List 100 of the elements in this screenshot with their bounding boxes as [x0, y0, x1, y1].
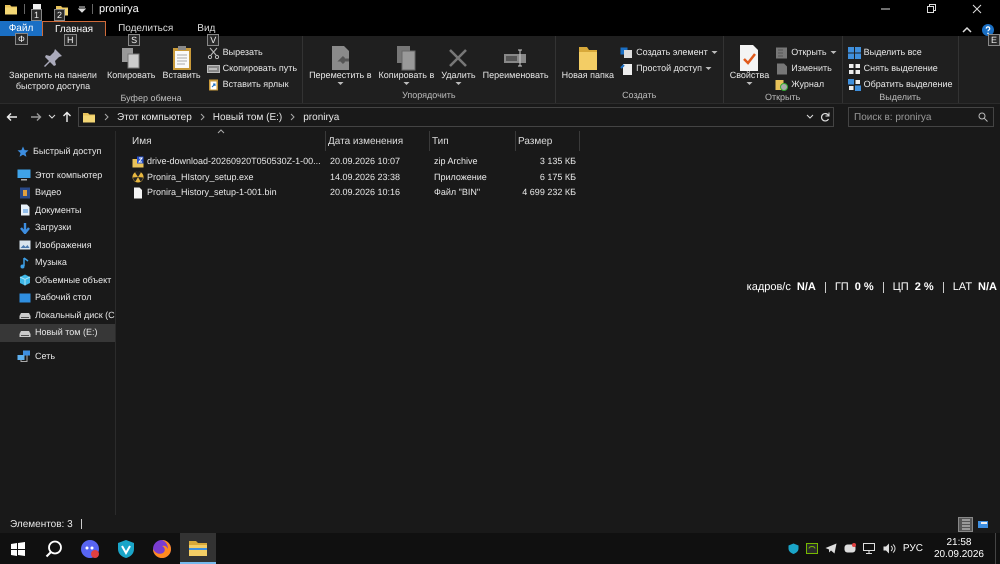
invert-selection-icon	[848, 78, 861, 90]
taskbar-app[interactable]	[180, 533, 216, 564]
network-icon	[17, 350, 31, 362]
file-name-cell[interactable]: Pronira_HIstory_setup.exe	[130, 170, 326, 184]
nav-item[interactable]: Загрузки	[0, 219, 115, 236]
ribbon-button[interactable]: Новая папка	[560, 46, 616, 81]
metric-label: LAT	[952, 280, 972, 295]
back-button[interactable]	[6, 112, 18, 122]
ribbon-button[interactable]: Простой доступ	[619, 62, 719, 75]
breadcrumb[interactable]: Новый том (E:)	[212, 110, 282, 124]
sort-ascending-icon	[217, 129, 225, 134]
ribbon-button[interactable]: Переименовать	[480, 46, 551, 81]
file-name-cell[interactable]: drive-download-20260920T050530Z-1-00...	[130, 155, 326, 168]
up-button[interactable]	[62, 111, 72, 123]
group-label: Буфер обмена	[120, 92, 182, 105]
ribbon-tab[interactable]: Вид	[185, 21, 228, 36]
nav-item[interactable]: Этот компьютер	[0, 166, 115, 184]
nav-item[interactable]: Новый том (E:)	[0, 324, 115, 342]
open-icon	[775, 46, 788, 58]
size-cell-text: 6 175 КБ	[538, 170, 577, 184]
ribbon-button[interactable]: Закрепить на панели быстрого доступа	[4, 46, 102, 92]
key-tip: E	[988, 34, 1000, 46]
properties-icon	[738, 44, 760, 72]
ribbon-button[interactable]: Обратить выделение	[846, 78, 954, 91]
ribbon-button[interactable]: Копировать	[105, 46, 158, 81]
nav-item[interactable]: Документы	[0, 202, 115, 219]
ribbon-button[interactable]: Открыть	[774, 46, 838, 59]
date-cell-text: 20.09.2026 10:16	[329, 186, 402, 199]
nav-item[interactable]: Видео	[0, 184, 115, 202]
nav-item[interactable]: Локальный диск (C	[0, 306, 115, 324]
caret-icon	[830, 50, 837, 55]
size-cell-text: 3 135 КБ	[538, 155, 577, 168]
file-name-cell[interactable]: Pronira_History_setup-1-001.bin	[130, 186, 326, 200]
column-header[interactable]: Имя	[130, 131, 326, 151]
back-arrow-icon	[6, 112, 18, 122]
group-label: Выделить	[879, 91, 921, 104]
rename-icon	[502, 47, 529, 69]
browser-icon	[152, 538, 172, 558]
date-cell-text: 20.09.2026 10:07	[329, 155, 402, 168]
nav-item[interactable]: Объемные объект	[0, 272, 115, 289]
recent-locations-button[interactable]	[48, 114, 56, 120]
chat-app-icon	[80, 538, 100, 558]
size-cell-text: 4 699 232 КБ	[521, 186, 577, 199]
new-item-icon	[620, 46, 634, 58]
forward-arrow-icon	[30, 112, 42, 122]
select-all-icon	[848, 46, 861, 58]
column-header[interactable]: Дата изменения	[326, 131, 430, 151]
caret-icon	[710, 50, 718, 55]
ribbon-tab[interactable]: Файл	[0, 21, 42, 36]
refresh-button[interactable]	[820, 112, 830, 122]
breadcrumb[interactable]: Этот компьютер	[117, 110, 192, 124]
type-cell-text: Файл "BIN"	[433, 186, 482, 199]
ribbon-button[interactable]: Переместить в	[307, 46, 374, 86]
clipboard-icon	[170, 45, 193, 71]
column-header[interactable]: Размер	[516, 131, 580, 151]
language-indicator[interactable]: РУС	[902, 541, 923, 556]
group-label: Создать	[622, 88, 656, 102]
address-bar[interactable]: Этот компьютер Новый том (E:) pronirya	[78, 107, 834, 127]
easy-access-icon	[620, 62, 634, 74]
ribbon-button[interactable]: Свойства	[728, 46, 772, 86]
folder-icon	[4, 2, 18, 16]
search-icon	[978, 112, 988, 122]
computer-icon	[17, 169, 31, 182]
nav-item[interactable]: Быстрый доступ	[0, 143, 115, 160]
ribbon-button[interactable]: Скопировать путь	[206, 62, 298, 75]
clock[interactable]: 21:58 20.09.2026	[930, 536, 988, 560]
ribbon-button[interactable]: Журнал	[774, 78, 838, 91]
ribbon-tab[interactable]: Поделиться	[106, 21, 186, 36]
ribbon-button[interactable]: Вставить ярлык	[206, 78, 298, 91]
copy-to-icon	[395, 45, 418, 71]
delete-icon	[447, 47, 470, 69]
archive-icon	[132, 156, 144, 168]
history-icon	[775, 78, 788, 90]
ribbon-button[interactable]: Вырезать	[206, 46, 298, 59]
nav-item[interactable]: Сеть	[0, 348, 115, 365]
shortcut-icon	[206, 78, 220, 90]
search-field[interactable]: Поиск в: pronirya	[848, 107, 994, 127]
forward-button[interactable]	[30, 112, 42, 122]
status-text: Элементов: 3	[10, 518, 73, 532]
nav-item[interactable]: Музыка	[0, 254, 115, 272]
view-toggle-button[interactable]	[958, 516, 973, 532]
date-cell-text: 14.09.2026 23:38	[329, 170, 402, 184]
ribbon-button[interactable]: Выделить все	[846, 46, 954, 59]
breadcrumb[interactable]: pronirya	[303, 110, 340, 124]
column-header[interactable]: Тип	[430, 131, 516, 151]
nav-item[interactable]: Рабочий стол	[0, 289, 115, 306]
help-icon	[982, 24, 994, 36]
refresh-icon	[820, 112, 830, 122]
move-to-icon	[329, 45, 352, 71]
ribbon-button[interactable]: Изменить	[774, 62, 838, 75]
ribbon-button[interactable]: Создать элемент	[619, 46, 719, 59]
ribbon-tab[interactable]: Главная	[42, 21, 106, 36]
folder-icon	[82, 110, 96, 124]
ribbon-button[interactable]: Снять выделение	[846, 62, 954, 75]
file-icon	[132, 186, 144, 199]
ribbon-button[interactable]: Удалить	[439, 46, 478, 86]
metric-value: 2 %	[914, 280, 934, 295]
nav-item[interactable]: Изображения	[0, 236, 115, 254]
ribbon-button[interactable]: Вставить	[160, 46, 203, 81]
ribbon-button[interactable]: Копировать в	[376, 46, 436, 86]
